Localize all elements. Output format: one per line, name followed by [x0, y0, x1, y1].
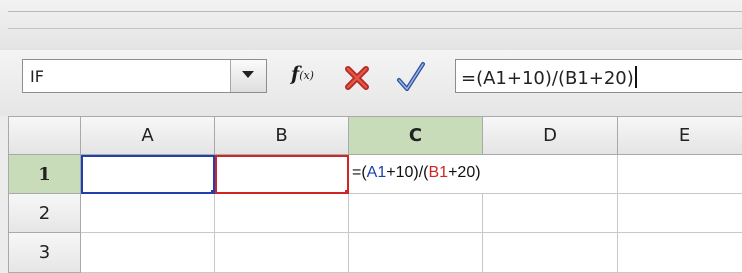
cell-b3[interactable]: [215, 233, 349, 273]
cell-a2[interactable]: [81, 194, 215, 233]
cell-c3[interactable]: [349, 233, 483, 273]
name-box-dropdown-button[interactable]: [230, 60, 266, 92]
formula-part: =(: [352, 164, 367, 181]
spreadsheet-grid[interactable]: A B C D E 1 2 3 =(A1+10)/(B1+20): [8, 116, 742, 273]
cell-b1[interactable]: [215, 155, 351, 196]
cell-d2[interactable]: [483, 194, 618, 233]
formula-part: +10)/(: [386, 164, 429, 181]
accept-icon[interactable]: [396, 61, 426, 93]
row-header-3[interactable]: 3: [8, 233, 81, 273]
formula-ref-a1: A1: [366, 164, 387, 181]
row-header-2[interactable]: 2: [8, 194, 81, 233]
name-box[interactable]: IF: [22, 59, 267, 93]
cell-c1[interactable]: =(A1+10)/(B1+20): [349, 155, 483, 194]
cancel-icon[interactable]: [343, 64, 371, 92]
name-box-value[interactable]: IF: [30, 67, 44, 86]
function-wizard-icon[interactable]: f(x): [291, 63, 314, 85]
text-caret: [634, 66, 637, 88]
column-header-c[interactable]: C: [349, 116, 483, 155]
cell-e3[interactable]: [618, 233, 742, 273]
cell-c1-formula[interactable]: =(A1+10)/(B1+20): [352, 164, 481, 182]
column-header-d[interactable]: D: [483, 116, 618, 155]
cell-d1[interactable]: [483, 155, 618, 194]
cell-a1[interactable]: [81, 155, 217, 196]
cell-c2[interactable]: [349, 194, 483, 233]
toolbar-divider: [8, 11, 742, 12]
cell-e2[interactable]: [618, 194, 742, 233]
chevron-down-icon: [242, 71, 254, 78]
formula-input-text[interactable]: =(A1+10)/(B1+20): [461, 68, 634, 89]
formula-ref-b1: B1: [428, 164, 449, 181]
fx-sub-label: (x): [299, 69, 314, 82]
column-header-e[interactable]: E: [618, 116, 742, 155]
cell-b2[interactable]: [215, 194, 349, 233]
fx-label: f: [291, 63, 300, 85]
cell-a3[interactable]: [81, 233, 215, 273]
formula-input[interactable]: =(A1+10)/(B1+20): [455, 59, 742, 93]
toolbar-divider: [8, 28, 742, 29]
select-all-corner[interactable]: [8, 116, 81, 155]
column-header-b[interactable]: B: [215, 116, 349, 155]
row-header-1[interactable]: 1: [8, 155, 81, 194]
formula-part: +20): [448, 164, 481, 181]
toolbar-strip: [0, 0, 742, 50]
formula-bar: IF f(x) =(A1+10)/(B1+20): [0, 50, 742, 116]
cell-e1[interactable]: [618, 155, 742, 194]
column-header-a[interactable]: A: [81, 116, 215, 155]
cell-d3[interactable]: [483, 233, 618, 273]
